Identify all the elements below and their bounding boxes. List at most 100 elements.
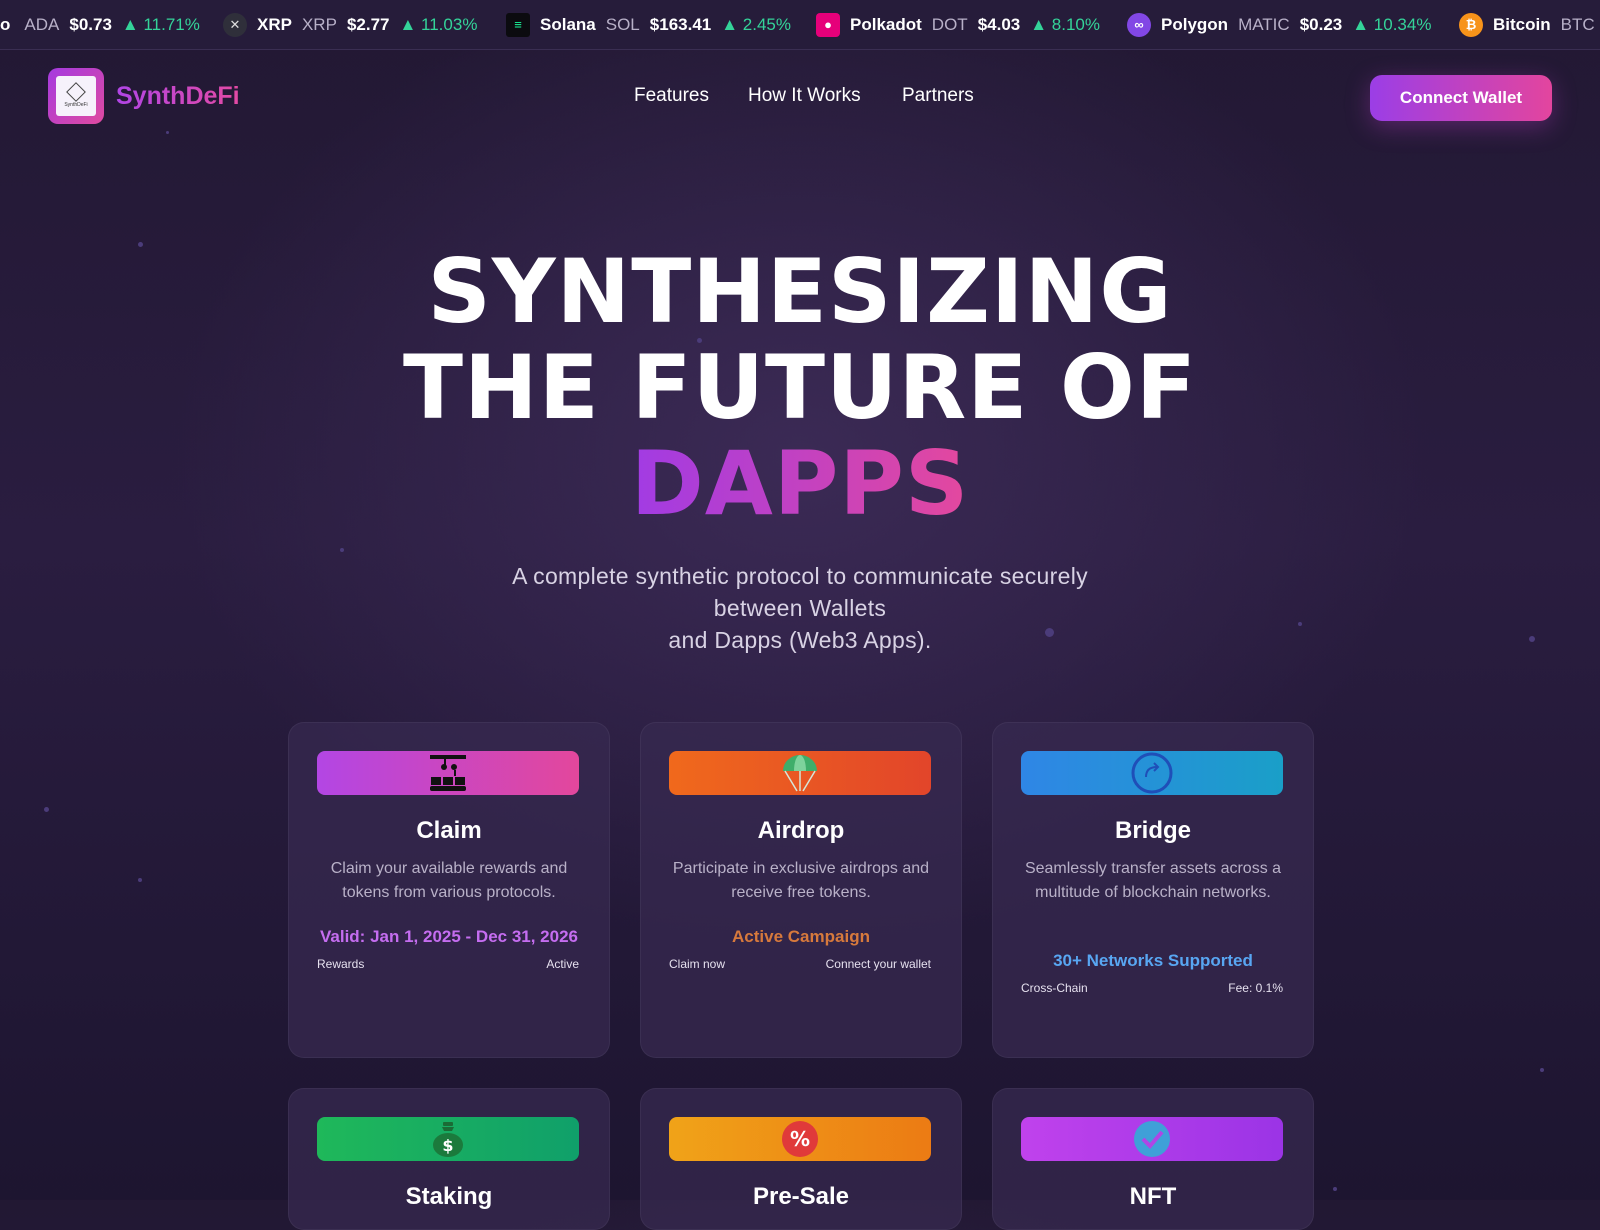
background-star [1298,622,1302,626]
ticker-coin-change: ▲ 8.10% [1030,14,1100,34]
xrp-icon: ✕ [223,12,247,37]
feature-card-nft[interactable]: NFT [992,1088,1314,1230]
svg-text:$: $ [442,1136,453,1155]
card-title: Pre-Sale [752,1183,850,1210]
parachute-icon [783,755,817,792]
ticker-coin-name: Solana [540,14,596,34]
card-icon-bar [1021,1117,1283,1161]
ticker-coin-symbol: BTC [1560,14,1595,34]
polkadot-icon: ● [816,12,840,37]
money-bag-icon: $ [433,1122,463,1157]
cube-icon [66,81,86,102]
card-footer-right: Fee: 0.1% [1228,981,1283,995]
card-footer: Claim now Connect your wallet [669,957,931,971]
percent-badge-icon: % [782,1121,818,1157]
card-footer-right: Connect your wallet [825,957,931,971]
hero-subtitle-line: and Dapps (Web3 Apps). [668,627,932,653]
conveyor-icon [430,755,466,791]
hero-title-line-2: THE FUTURE OF [403,336,1197,439]
ticker-coin-change: ▲ 11.03% [399,14,478,34]
card-footer-right: Active [546,957,579,971]
logo-text: SynthDeFi [64,101,88,108]
solana-icon: ≡ [506,12,530,37]
hero-subtitle: A complete synthetic protocol to communi… [400,560,1200,656]
ticker-coin-name: Polygon [1161,14,1229,34]
ticker-coin-symbol: SOL [605,14,640,34]
ticker-item[interactable]: ₿ Bitcoin BTC [1459,0,1600,49]
ticker-item[interactable]: ≡ Solana SOL $163.41 ▲ 2.45% [506,0,791,49]
card-icon-bar: % [669,1117,931,1161]
card-title: Claim [416,817,482,844]
ticker-item[interactable]: ● Polkadot DOT $4.03 ▲ 8.10% [816,0,1100,49]
ticker-coin-name: Bitcoin [1493,14,1551,34]
card-title: Bridge [1114,817,1191,844]
verified-check-icon [1134,1121,1170,1157]
hero-title-accent: DAPPS [630,432,970,535]
background-star [166,131,169,134]
ticker-coin-symbol: ADA [24,14,60,34]
logo-mark: SynthDeFi [56,76,96,116]
ticker-item[interactable]: o ADA $0.73 ▲ 11.71% [0,0,200,49]
ticker-coin-name: XRP [257,14,292,34]
background-star [1540,1068,1544,1072]
feature-card-bridge[interactable]: Bridge Seamlessly transfer assets across… [992,722,1314,1058]
card-icon-bar [317,751,579,795]
feature-card-airdrop[interactable]: Airdrop Participate in exclusive airdrop… [640,722,962,1058]
card-footer-left: Cross-Chain [1021,981,1088,995]
brand-logo[interactable]: SynthDeFi [48,68,104,124]
bitcoin-icon: ₿ [1459,12,1483,37]
card-icon-bar [669,751,931,795]
card-icon-bar: $ [317,1117,579,1161]
nav-link-how-it-works[interactable]: How It Works [748,85,861,107]
ticker-coin-price: $2.77 [346,14,390,34]
ticker-coin-symbol: DOT [931,14,968,34]
card-title: Airdrop [757,817,845,844]
card-footer-left: Rewards [317,957,365,971]
ticker-coin-name: Polkadot [850,14,922,34]
price-ticker: o ADA $0.73 ▲ 11.71% ✕ XRP XRP $2.77 ▲ 1… [0,0,1600,50]
svg-text:%: % [790,1127,810,1151]
card-highlight: Valid: Jan 1, 2025 - Dec 31, 2026 [320,927,578,946]
background-star [1333,1187,1337,1191]
background-star [340,548,344,552]
ticker-coin-change: ▲ 2.45% [721,14,791,34]
ticker-coin-price: $163.41 [649,14,712,34]
card-icon-bar [1021,751,1283,795]
card-footer-left: Claim now [669,957,726,971]
card-description: Participate in exclusive airdrops and re… [672,860,930,901]
ticker-coin-name: o [0,14,11,34]
ticker-coin-price: $0.23 [1299,14,1343,34]
ticker-coin-change: ▲ 11.71% [121,14,200,34]
ticker-item[interactable]: ∞ Polygon MATIC $0.23 ▲ 10.34% [1127,0,1431,49]
background-star [138,878,142,882]
feature-card-claim[interactable]: Claim Claim your available rewards and t… [288,722,610,1058]
hero-title-line-3: DAPPS [0,436,1600,532]
brand-name[interactable]: SynthDeFi [116,82,240,111]
card-footer: Rewards Active [317,957,579,971]
background-star [1529,636,1535,642]
ticker-item[interactable]: ✕ XRP XRP $2.77 ▲ 11.03% [223,0,477,49]
card-highlight: 30+ Networks Supported [1053,951,1253,970]
connect-wallet-button[interactable]: Connect Wallet [1370,75,1552,121]
ticker-coin-symbol: XRP [301,14,337,34]
card-highlight: Active Campaign [732,927,870,946]
nav-link-partners[interactable]: Partners [902,85,974,107]
ticker-coin-change: ▲ 10.34% [1352,14,1432,34]
ticker-coin-price: $4.03 [977,14,1021,34]
feature-card-staking[interactable]: $ Staking [288,1088,610,1230]
polygon-icon: ∞ [1127,12,1151,37]
card-title: NFT [1129,1183,1177,1210]
ticker-coin-price: $0.73 [69,14,112,34]
card-footer: Cross-Chain Fee: 0.1% [1021,981,1283,995]
hero-title-line-1: SYNTHESIZING [427,240,1173,343]
ticker-coin-symbol: MATIC [1238,14,1290,34]
hero-subtitle-line: between Wallets [713,595,887,621]
bridge-arrow-icon [1131,752,1173,794]
nav-link-features[interactable]: Features [634,85,709,107]
card-description: Claim your available rewards and tokens … [330,860,568,901]
background-star [44,807,49,812]
card-title: Staking [405,1183,493,1210]
card-description: Seamlessly transfer assets across a mult… [1024,860,1282,901]
feature-card-pre-sale[interactable]: % Pre-Sale [640,1088,962,1230]
hero-subtitle-line: A complete synthetic protocol to communi… [512,563,1088,589]
